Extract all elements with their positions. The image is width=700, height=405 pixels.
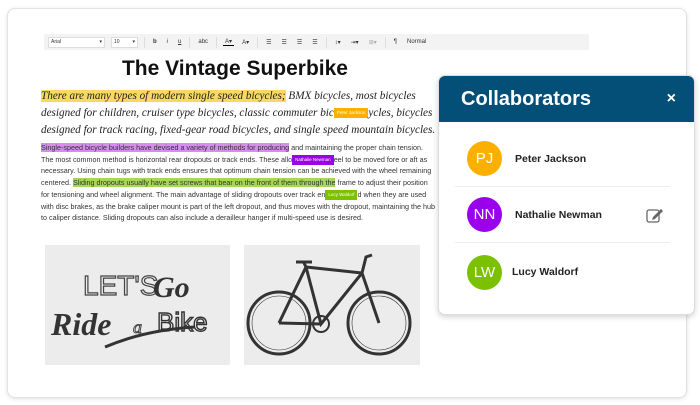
highlight-peter: There are many types of modern single sp… — [41, 90, 286, 102]
avatar: PJ — [467, 141, 502, 176]
divider — [384, 36, 386, 48]
highlight-lucy: Sliding dropouts usually have set screws… — [72, 178, 336, 188]
collaborator-name: Nathalie Newman — [515, 208, 602, 221]
table-icon[interactable]: ⊞▾ — [367, 39, 379, 46]
collaborators-panel: Collaborators × PJ Peter Jackson NN Nath… — [438, 75, 695, 315]
collaborator-name: Lucy Waldorf — [512, 266, 579, 278]
underline-button[interactable]: u — [176, 39, 183, 45]
font-name: Arial — [51, 39, 62, 45]
collaborator-row[interactable]: PJ Peter Jackson — [455, 131, 670, 187]
svg-text:LET'S: LET'S — [83, 270, 158, 301]
document-title: The Vintage Superbike — [121, 57, 348, 80]
paragraph-style-select[interactable]: Normal — [405, 39, 428, 45]
font-size-select[interactable]: 10 ▾ — [111, 36, 138, 48]
close-icon[interactable]: × — [667, 90, 676, 108]
collaborator-row[interactable]: LW Lucy Waldorf — [455, 244, 670, 300]
intro-paragraph[interactable]: There are many types of modern single sp… — [41, 88, 436, 139]
align-left-icon[interactable]: ☰ — [264, 39, 273, 46]
lets-go-ride-a-bike-image: LET'S Go Ride a Bike — [45, 245, 230, 365]
indent-icon[interactable]: ⇥▾ — [349, 39, 361, 46]
italic-button[interactable]: i — [165, 39, 170, 45]
svg-text:Ride: Ride — [50, 306, 111, 342]
align-right-icon[interactable]: ☰ — [295, 39, 304, 46]
chevron-down-icon: ▾ — [99, 39, 102, 45]
body-paragraph[interactable]: Single-speed bicycle builders have devis… — [41, 142, 436, 224]
chevron-down-icon: ▾ — [132, 39, 135, 45]
divider — [257, 36, 259, 48]
svg-text:Bike: Bike — [157, 307, 208, 337]
paragraph-icon: ¶ — [393, 39, 397, 45]
text-color-icon[interactable]: A▾ — [223, 38, 235, 46]
formatting-toolbar: Arial ▾ 10 ▾ b i u abc A▾ A▾ ☰ ☰ ☰ ☰ ↕▾ ⇥▾… — [44, 34, 589, 50]
bicycle-image — [244, 245, 420, 365]
strikethrough-button[interactable]: abc — [196, 39, 210, 45]
line-spacing-icon[interactable]: ↕▾ — [333, 39, 343, 46]
collaborator-name: Peter Jackson — [515, 152, 587, 165]
panel-header: Collaborators × — [439, 76, 694, 122]
cursor-label-peter: Peter Jackson — [333, 108, 369, 119]
divider — [216, 36, 218, 48]
cursor-label-nathalie: Nathalie Newman — [292, 154, 334, 165]
divider — [189, 36, 191, 48]
svg-text:Go: Go — [153, 271, 190, 304]
avatar: LW — [467, 254, 502, 290]
align-center-icon[interactable]: ☰ — [279, 39, 288, 46]
font-family-select[interactable]: Arial ▾ — [48, 36, 105, 48]
divider — [325, 36, 327, 48]
highlight-color-icon[interactable]: A▾ — [240, 39, 251, 46]
collaborator-row[interactable]: NN Nathalie Newman — [455, 187, 670, 243]
edit-icon[interactable] — [646, 207, 664, 223]
bold-button[interactable]: b — [151, 39, 159, 45]
highlight-nathalie: Single-speed bicycle builders have devis… — [41, 143, 290, 152]
avatar: NN — [467, 197, 502, 232]
align-justify-icon[interactable]: ☰ — [310, 39, 319, 46]
font-size: 10 — [114, 39, 120, 45]
cursor-label-lucy: Lucy Waldorf — [325, 189, 358, 200]
panel-title: Collaborators — [461, 87, 592, 110]
divider — [144, 36, 145, 48]
